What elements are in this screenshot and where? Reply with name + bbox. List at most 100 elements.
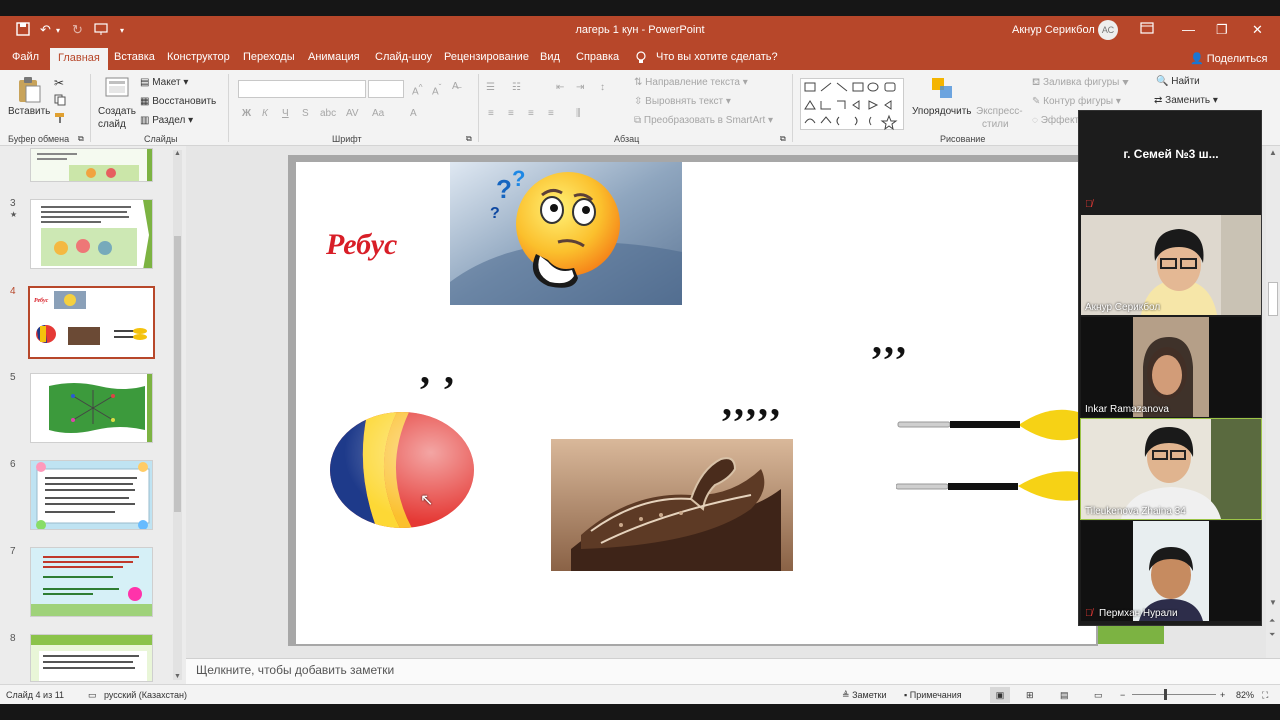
tab-review[interactable]: Рецензирование — [444, 51, 529, 63]
layout-button[interactable]: ▤ Макет ▾ — [140, 77, 188, 88]
scroll-down-icon[interactable]: ▼ — [1269, 598, 1277, 607]
normal-view-icon[interactable]: ▣ — [990, 687, 1010, 703]
rebus-commas-saddle[interactable]: ,,,,, — [722, 378, 782, 425]
smartart-button[interactable]: ⧉ Преобразовать в SmartArt ▾ — [634, 115, 773, 126]
slide-thumbnail-4-selected[interactable]: Ребус — [28, 286, 155, 359]
zoom-slider[interactable] — [1132, 689, 1216, 700]
bullets-icon[interactable]: ☰ — [486, 82, 495, 93]
slide-canvas[interactable] — [296, 162, 1096, 644]
quick-styles-label-1[interactable]: Экспресс- — [976, 106, 1023, 117]
language-indicator[interactable]: русский (Казахстан) — [104, 690, 187, 700]
clear-formatting-icon[interactable]: A̶ — [452, 81, 459, 92]
zoom-out-icon[interactable]: − — [1120, 690, 1125, 700]
slide-thumbnail-7[interactable] — [30, 547, 153, 617]
comments-toggle[interactable]: ▪ Примечания — [904, 690, 962, 700]
participant-video-2[interactable]: Inkar Ramazanova — [1081, 317, 1261, 417]
editor-scrollbar[interactable]: ▲ ▼ ⏶ ⏷ — [1266, 146, 1280, 658]
copy-icon[interactable] — [54, 94, 66, 109]
align-center-icon[interactable]: ≡ — [508, 108, 514, 119]
thinking-emoji-image[interactable]: ? ? ? — [450, 162, 682, 305]
undo-dropdown-icon[interactable]: ▾ — [56, 26, 60, 35]
section-button[interactable]: ▥ Раздел ▾ — [140, 115, 193, 126]
tab-transitions[interactable]: Переходы — [243, 51, 295, 63]
italic-icon[interactable]: К — [262, 108, 268, 119]
zoom-level[interactable]: 82% — [1236, 690, 1254, 700]
strikethrough-icon[interactable]: abc — [320, 108, 336, 119]
cut-icon[interactable]: ✂ — [54, 76, 64, 90]
font-color-icon[interactable]: A — [410, 108, 417, 119]
scroll-up-icon[interactable]: ▲ — [1269, 148, 1277, 157]
quick-styles-label-2[interactable]: стили — [982, 119, 1009, 130]
spellcheck-icon[interactable]: ▭ — [88, 690, 97, 701]
underline-icon[interactable]: Ч — [282, 108, 289, 119]
next-slide-icon[interactable]: ⏷ — [1269, 630, 1275, 640]
change-case-icon[interactable]: Aa — [372, 108, 384, 119]
tab-home[interactable]: Главная — [50, 48, 108, 70]
paste-icon[interactable] — [16, 76, 42, 104]
avatar[interactable]: АС — [1098, 20, 1118, 40]
rebus-commas-ball[interactable]: , , — [420, 346, 456, 393]
char-spacing-icon[interactable]: AV — [346, 108, 359, 119]
new-slide-icon[interactable] — [104, 76, 130, 104]
tab-animations[interactable]: Анимация — [308, 51, 360, 63]
reset-button[interactable]: ▦ Восстановить — [140, 96, 216, 107]
shape-fill-button[interactable]: ⛾ Заливка фигуры ▾ — [1032, 77, 1129, 90]
close-icon[interactable]: ✕ — [1252, 22, 1263, 38]
slide-title[interactable]: Ребус — [326, 228, 397, 262]
slideshow-view-icon[interactable]: ▭ — [1094, 690, 1103, 701]
columns-icon[interactable]: ⫼ — [576, 108, 581, 119]
share-button[interactable]: 👤 Поделиться — [1190, 52, 1268, 65]
tell-me-input[interactable]: Что вы хотите сделать? — [656, 51, 778, 63]
user-name[interactable]: Акнур Серикбол — [1012, 24, 1095, 36]
decrease-indent-icon[interactable]: ⇤ — [556, 82, 564, 93]
numbering-icon[interactable]: ☷ — [512, 82, 521, 93]
tab-help[interactable]: Справка — [576, 51, 619, 63]
ball-image[interactable] — [328, 410, 478, 532]
notes-pane[interactable]: Щелкните, чтобы добавить заметки — [186, 658, 1280, 684]
increase-indent-icon[interactable]: ⇥ — [576, 82, 584, 93]
participant-video-1[interactable]: Акнур Серикбол — [1081, 215, 1261, 315]
tab-view[interactable]: Вид — [540, 51, 560, 63]
arrange-label[interactable]: Упорядочить — [912, 106, 972, 117]
tab-design[interactable]: Конструктор — [167, 51, 230, 63]
slide-thumbnail-5[interactable] — [30, 373, 153, 443]
ribbon-display-options-icon[interactable] — [1140, 22, 1154, 37]
scroll-down-icon[interactable]: ▼ — [174, 673, 181, 680]
slide-thumbnail-6[interactable] — [30, 460, 153, 530]
new-slide-label-1[interactable]: Создать — [98, 106, 136, 117]
participant-video-4[interactable]: 🎙̸ Пермхан Нурали — [1081, 521, 1261, 621]
saddle-image[interactable] — [551, 439, 793, 571]
notes-placeholder[interactable]: Щелкните, чтобы добавить заметки — [196, 663, 394, 677]
tab-insert[interactable]: Вставка — [114, 51, 155, 63]
fit-to-window-icon[interactable]: ⛶ — [1262, 690, 1268, 701]
customize-toolbar-icon[interactable]: ▾ — [120, 26, 124, 35]
align-right-icon[interactable]: ≡ — [528, 108, 534, 119]
tab-slideshow[interactable]: Слайд-шоу — [375, 51, 432, 63]
undo-icon[interactable]: ↶ — [40, 22, 51, 38]
text-direction-button[interactable]: ⇅ Направление текста ▾ — [634, 77, 748, 88]
redo-icon[interactable]: ↻ — [72, 22, 83, 38]
increase-font-icon[interactable]: A^ — [412, 82, 423, 97]
previous-slide-icon[interactable]: ⏶ — [1269, 616, 1275, 626]
shape-outline-button[interactable]: ✎ Контур фигуры ▾ — [1032, 96, 1121, 107]
bold-icon[interactable]: Ж — [242, 108, 251, 119]
decrease-font-icon[interactable]: Aˇ — [432, 82, 441, 97]
notes-toggle[interactable]: ≜ Заметки — [842, 690, 887, 701]
slide-thumbnail-8[interactable] — [30, 634, 153, 682]
shadow-icon[interactable]: S — [302, 108, 309, 119]
find-button[interactable]: 🔍 Найти — [1156, 76, 1200, 87]
tab-file[interactable]: Файл — [12, 51, 39, 63]
start-slideshow-icon[interactable] — [94, 22, 108, 39]
video-conference-panel[interactable]: г. Семей №3 ш... 🎙̸ Акнур Серикбол Inkar… — [1078, 110, 1262, 626]
zoom-in-icon[interactable]: + — [1220, 690, 1225, 700]
line-spacing-icon[interactable]: ↕ — [600, 82, 605, 93]
align-left-icon[interactable]: ≡ — [488, 108, 494, 119]
participant-video-3-active[interactable]: Tileukenova Zhaina 34 — [1080, 418, 1262, 520]
oars-image[interactable] — [895, 408, 1078, 534]
font-family-select[interactable] — [238, 80, 366, 98]
font-launcher-icon[interactable]: ⧉ — [466, 134, 472, 144]
new-slide-label-2[interactable]: слайд — [98, 119, 126, 130]
clipboard-launcher-icon[interactable]: ⧉ — [78, 134, 84, 144]
replace-button[interactable]: ⇄ Заменить ▾ — [1154, 95, 1218, 106]
slide-sorter-icon[interactable]: ⊞ — [1026, 690, 1034, 701]
